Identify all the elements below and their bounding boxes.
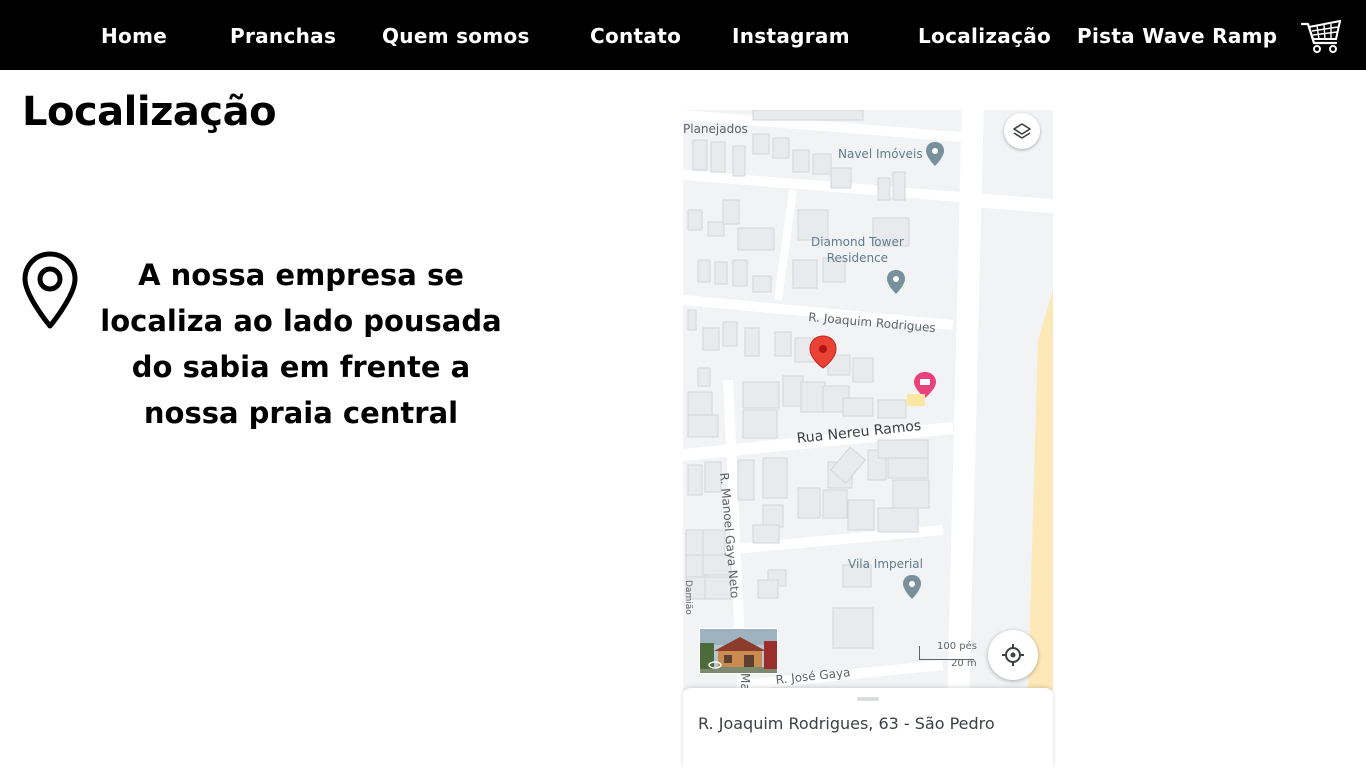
sheet-drag-handle[interactable] <box>857 697 879 701</box>
page-title: Localização <box>22 89 277 135</box>
top-nav: Home Pranchas Quem somos Contato Instagr… <box>0 0 1366 70</box>
map-canvas <box>683 110 1053 690</box>
map-label-navel: Navel Imóveis <box>838 147 923 161</box>
nav-localizacao[interactable]: Localização <box>918 22 1051 50</box>
nav-instagram[interactable]: Instagram <box>732 22 850 50</box>
nav-quem-somos[interactable]: Quem somos <box>382 22 530 50</box>
shopping-cart-icon[interactable] <box>1300 17 1344 55</box>
map-bottom-sheet[interactable]: R. Joaquim Rodrigues, 63 - São Pedro <box>683 688 1053 768</box>
nav-pista-wave-ramp[interactable]: Pista Wave Ramp <box>1077 22 1277 50</box>
map-scale-metric: 20 m <box>951 658 977 669</box>
map-address: R. Joaquim Rodrigues, 63 - São Pedro <box>698 714 995 733</box>
map-label-planejados: Planejados <box>683 122 748 136</box>
my-location-button[interactable] <box>988 630 1038 680</box>
layers-icon <box>1013 123 1031 139</box>
map-layers-button[interactable] <box>1004 113 1040 149</box>
360-view-icon <box>708 661 722 669</box>
crosshair-icon <box>1002 644 1024 666</box>
street-view-thumbnail[interactable] <box>699 628 778 674</box>
map-label-diamond: Diamond Tower Residence <box>811 235 904 265</box>
map-label-damiao: Damião <box>683 580 693 615</box>
map-label-vila: Vila Imperial <box>848 557 923 571</box>
location-description: A nossa empresa se localiza ao lado pous… <box>100 258 502 430</box>
location-map[interactable]: Planejados Navel Imóveis Diamond Tower R… <box>683 110 1053 690</box>
nav-home[interactable]: Home <box>101 22 167 50</box>
nav-pranchas[interactable]: Pranchas <box>230 22 336 50</box>
nav-contato[interactable]: Contato <box>590 22 681 50</box>
map-pin-icon <box>20 250 80 330</box>
